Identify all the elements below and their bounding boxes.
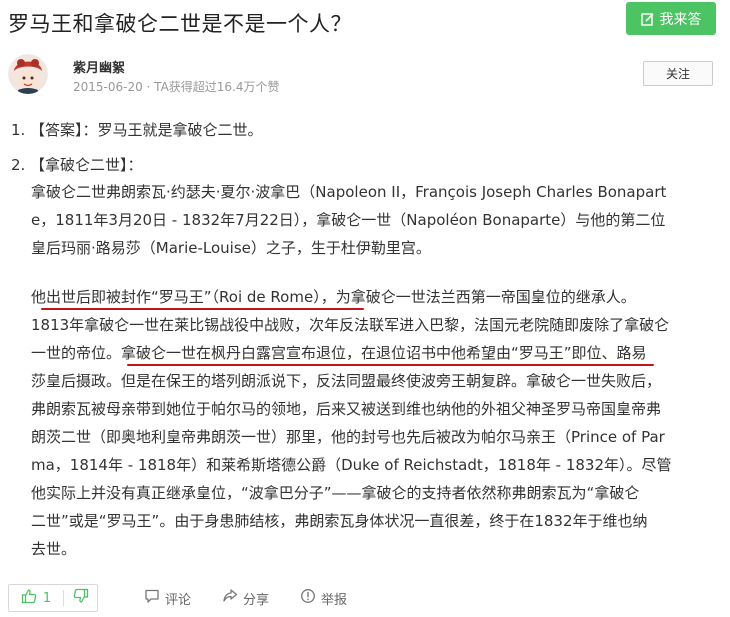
question-title: 罗马王和拿破仑二世是不是一个人？	[8, 12, 352, 36]
report-button[interactable]: 举报	[300, 588, 347, 608]
comment-icon	[144, 588, 160, 608]
share-button[interactable]: 分享	[222, 588, 269, 608]
paragraph-line: 二世”或是“罗马王”。由于身患肺结核，弗朗索瓦身体状况一直很差，终于在1832年…	[31, 512, 648, 530]
paragraph-line: 弗朗索瓦被母亲带到她位于帕尔马的领地，后来又被送到维也纳他的外祖父神圣罗马帝国皇…	[31, 400, 662, 418]
author-name[interactable]: 紫月幽絮	[73, 57, 125, 76]
paragraph-line: 一世的帝位。拿破仑一世在枫丹白露宫宣布退位，在退位诏书中他希望由“罗马王”即位、…	[31, 344, 647, 362]
thumbs-up-icon	[21, 588, 37, 608]
comment-label: 评论	[165, 592, 192, 608]
author-meta: 2015-06-20 · TA获得超过16.4万个赞	[73, 80, 280, 94]
upvote-count: 1	[42, 590, 52, 606]
avatar[interactable]	[8, 54, 48, 94]
edit-icon	[640, 12, 655, 26]
paragraph-line: 皇后玛丽·路易莎（Marie-Louise）之子，生于杜伊勒里宫。	[31, 239, 431, 257]
paragraph-line: ma，1814年 - 1818年）和莱希斯塔德公爵（Duke of Reichs…	[31, 456, 672, 474]
author-row: 紫月幽絮 2015-06-20 · TA获得超过16.4万个赞 关注	[0, 44, 730, 104]
answer-item-1: 【答案】：罗马王就是拿破仑二世。	[30, 121, 263, 139]
underline-annotation	[127, 364, 654, 366]
paragraph-line: 拿破仑二世弗朗索瓦·约瑟夫·夏尔·波拿巴（Napoleon II，Françoi…	[31, 183, 667, 201]
paragraph-line: 他出世后即被封作“罗马王”（Roi de Rome），为拿破仑一世法兰西第一帝国…	[31, 288, 636, 306]
share-label: 分享	[243, 592, 270, 608]
answer-footer: 1 评论 分享 举报	[0, 578, 730, 617]
thumbs-down-icon	[73, 588, 89, 608]
question-header: 罗马王和拿破仑二世是不是一个人？ 我来答	[0, 0, 730, 44]
paragraph-line: e，1811年3月20日 - 1832年7月22日），拿破仑一世（Napoléo…	[31, 211, 666, 229]
vote-box: 1	[8, 584, 98, 612]
answer-button-label: 我来答	[659, 11, 702, 28]
underline-annotation	[41, 308, 364, 310]
paragraph-line: 1813年拿破仑一世在莱比锡战役中战败，次年反法联军进入巴黎，法国元老院随即废除…	[31, 316, 670, 334]
paragraph-line: 朗茨二世（即奥地利皇帝弗朗茨一世）那里，他的封号也先后被改为帕尔马亲王（Prin…	[31, 428, 665, 446]
paragraph-line: 莎皇后摄政。但是在保王的塔列朗派说下，反法同盟最终使波旁王朝复辟。拿破仑一世失败…	[31, 372, 662, 390]
list-number: 2.	[11, 156, 26, 174]
report-label: 举报	[321, 592, 348, 608]
upvote-button[interactable]: 1	[9, 585, 63, 611]
report-icon	[300, 588, 316, 608]
paragraph-line: 去世。	[31, 540, 77, 558]
follow-button[interactable]: 关注	[643, 61, 713, 86]
answer-item-2-heading: 【拿破仑二世】：	[30, 156, 143, 174]
answer-button[interactable]: 我来答	[626, 2, 716, 35]
paragraph-line: 他实际上并没有真正继承皇位，“波拿巴分子”——拿破仑的支持者依然称弗朗索瓦为“拿…	[31, 484, 640, 502]
list-number: 1.	[11, 121, 26, 139]
share-icon	[222, 588, 238, 608]
comment-button[interactable]: 评论	[144, 588, 191, 608]
downvote-button[interactable]	[64, 585, 97, 611]
